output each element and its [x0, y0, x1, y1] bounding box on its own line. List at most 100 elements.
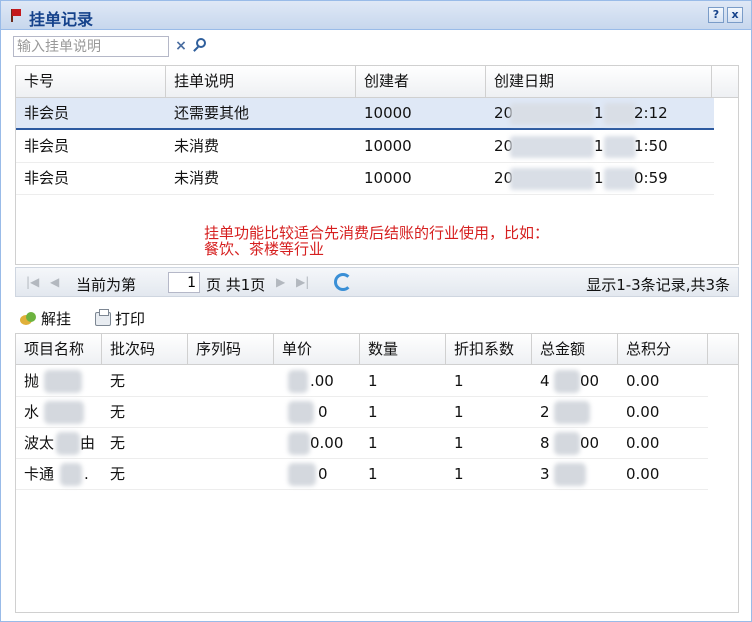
item-price: 0.00 [310, 434, 344, 452]
item-total-start: 3 [540, 465, 550, 483]
item-name: 波太 [24, 434, 55, 452]
item-batch: 无 [110, 372, 126, 390]
order-card: 非会员 [24, 169, 70, 187]
redacted-total [554, 463, 586, 486]
order-card: 非会员 [24, 104, 70, 122]
order-creator: 10000 [364, 104, 412, 122]
pagination-bar: |◀ ◀ 当前为第 页 共1页 ▶ ▶| 显示1-3条记录,共3条 [15, 267, 739, 297]
print-label: 打印 [115, 310, 146, 328]
item-total-start: 2 [540, 403, 550, 421]
column-header-discount[interactable]: 折扣系数 [446, 334, 532, 364]
item-discount: 1 [454, 465, 464, 483]
hint-line-1: 挂单功能比较适合先消费后结账的行业使用，比如： [204, 224, 550, 242]
actions-toolbar: 解挂 打印 [15, 305, 739, 333]
item-qty: 1 [368, 403, 378, 421]
unhang-button[interactable]: 解挂 [19, 307, 71, 331]
page-number-input[interactable] [168, 272, 200, 293]
order-note: 未消费 [174, 137, 220, 155]
order-date-mid: 1 [594, 137, 604, 155]
window-title: 挂单记录 [29, 10, 94, 29]
item-discount: 1 [454, 403, 464, 421]
order-date-end: 2:12 [634, 104, 668, 122]
order-creator: 10000 [364, 169, 412, 187]
redacted-date [510, 136, 594, 158]
column-header-note[interactable]: 挂单说明 [166, 66, 356, 97]
item-total-start: 4 [540, 372, 550, 390]
title-bar: 挂单记录 ? x [1, 1, 751, 30]
flag-icon [9, 8, 23, 22]
item-name-tail: . [84, 465, 89, 483]
search-bar: × [1, 31, 751, 61]
order-date-mid: 1 [594, 104, 604, 122]
item-total-start: 8 [540, 434, 550, 452]
item-row[interactable]: 水 无 0 1 1 2 0.00 [16, 397, 708, 428]
redacted-name [44, 370, 82, 393]
item-price: .00 [310, 372, 334, 390]
order-row[interactable]: 非会员 还需要其他 10000 20 1 2:12 [16, 98, 714, 130]
orders-grid-header: 卡号 挂单说明 创建者 创建日期 [16, 66, 738, 98]
redacted-date [510, 103, 594, 125]
hint-line-2: 餐饮、茶楼等行业 [204, 240, 325, 258]
next-page-icon[interactable]: ▶ [276, 275, 285, 289]
item-batch: 无 [110, 403, 126, 421]
column-header-total[interactable]: 总金额 [532, 334, 618, 364]
item-points: 0.00 [626, 465, 660, 483]
column-header-serial[interactable]: 序列码 [188, 334, 274, 364]
search-input[interactable] [13, 36, 169, 57]
clear-search-button[interactable]: × [173, 37, 189, 55]
item-row[interactable]: 卡通 . 无 0 1 1 3 0.00 [16, 459, 708, 490]
item-qty: 1 [368, 372, 378, 390]
search-icon[interactable] [191, 37, 209, 55]
item-row[interactable]: 波太 由 无 0.00 1 1 8 00 0.00 [16, 428, 708, 459]
column-header-price[interactable]: 单价 [274, 334, 360, 364]
order-date-mid: 1 [594, 169, 604, 187]
item-name: 卡通 [24, 465, 55, 483]
item-name-tail: 由 [80, 434, 96, 452]
item-points: 0.00 [626, 403, 660, 421]
hang-order-window: 挂单记录 ? x × 卡号 挂单说明 创建者 创建日期 非会员 还需要其他 10… [0, 0, 752, 622]
order-row[interactable]: 非会员 未消费 10000 20 1 0:59 [16, 163, 714, 195]
items-grid-header: 项目名称 批次码 序列码 单价 数量 折扣系数 总金额 总积分 [16, 334, 738, 365]
column-header-qty[interactable]: 数量 [360, 334, 446, 364]
item-discount: 1 [454, 372, 464, 390]
hang-order-hint: 挂单功能比较适合先消费后结账的行业使用，比如： 餐饮、茶楼等行业 [204, 225, 549, 257]
item-row[interactable]: 抛 无 .00 1 1 4 00 0.00 [16, 366, 708, 397]
item-serial [188, 366, 196, 397]
redacted-name [44, 401, 84, 424]
item-serial [188, 428, 196, 459]
column-header-date[interactable]: 创建日期 [486, 66, 712, 97]
order-note: 未消费 [174, 169, 220, 187]
current-page-label: 当前为第 [76, 276, 137, 294]
column-header-card[interactable]: 卡号 [16, 66, 166, 97]
order-row[interactable]: 非会员 未消费 10000 20 1 1:50 [16, 131, 714, 163]
column-header-points[interactable]: 总积分 [618, 334, 708, 364]
item-serial [188, 397, 196, 428]
item-serial [188, 459, 196, 490]
print-button[interactable]: 打印 [93, 307, 145, 331]
last-page-icon[interactable]: ▶| [296, 275, 309, 289]
total-pages-label: 页 共1页 [206, 276, 266, 294]
close-button[interactable]: x [727, 7, 743, 23]
column-header-creator[interactable]: 创建者 [356, 66, 486, 97]
items-grid: 项目名称 批次码 序列码 单价 数量 折扣系数 总金额 总积分 抛 无 .00 … [15, 333, 739, 613]
item-batch: 无 [110, 434, 126, 452]
item-total-end: 00 [580, 372, 600, 390]
order-date-end: 1:50 [634, 137, 668, 155]
item-total-end: 00 [580, 434, 600, 452]
order-date-end: 0:59 [634, 169, 668, 187]
item-name: 水 [24, 403, 40, 421]
refresh-icon[interactable] [334, 273, 352, 291]
order-creator: 10000 [364, 137, 412, 155]
item-price: 0 [318, 465, 328, 483]
item-price: 0 [318, 403, 328, 421]
column-header-batch[interactable]: 批次码 [102, 334, 188, 364]
column-header-name[interactable]: 项目名称 [16, 334, 102, 364]
help-button[interactable]: ? [708, 7, 724, 23]
item-qty: 1 [368, 434, 378, 452]
prev-page-icon[interactable]: ◀ [50, 275, 59, 289]
first-page-icon[interactable]: |◀ [26, 275, 39, 289]
unhang-icon [20, 312, 36, 326]
redacted-total [554, 401, 590, 424]
item-name: 抛 [24, 372, 40, 390]
records-info: 显示1-3条记录,共3条 [586, 276, 730, 294]
